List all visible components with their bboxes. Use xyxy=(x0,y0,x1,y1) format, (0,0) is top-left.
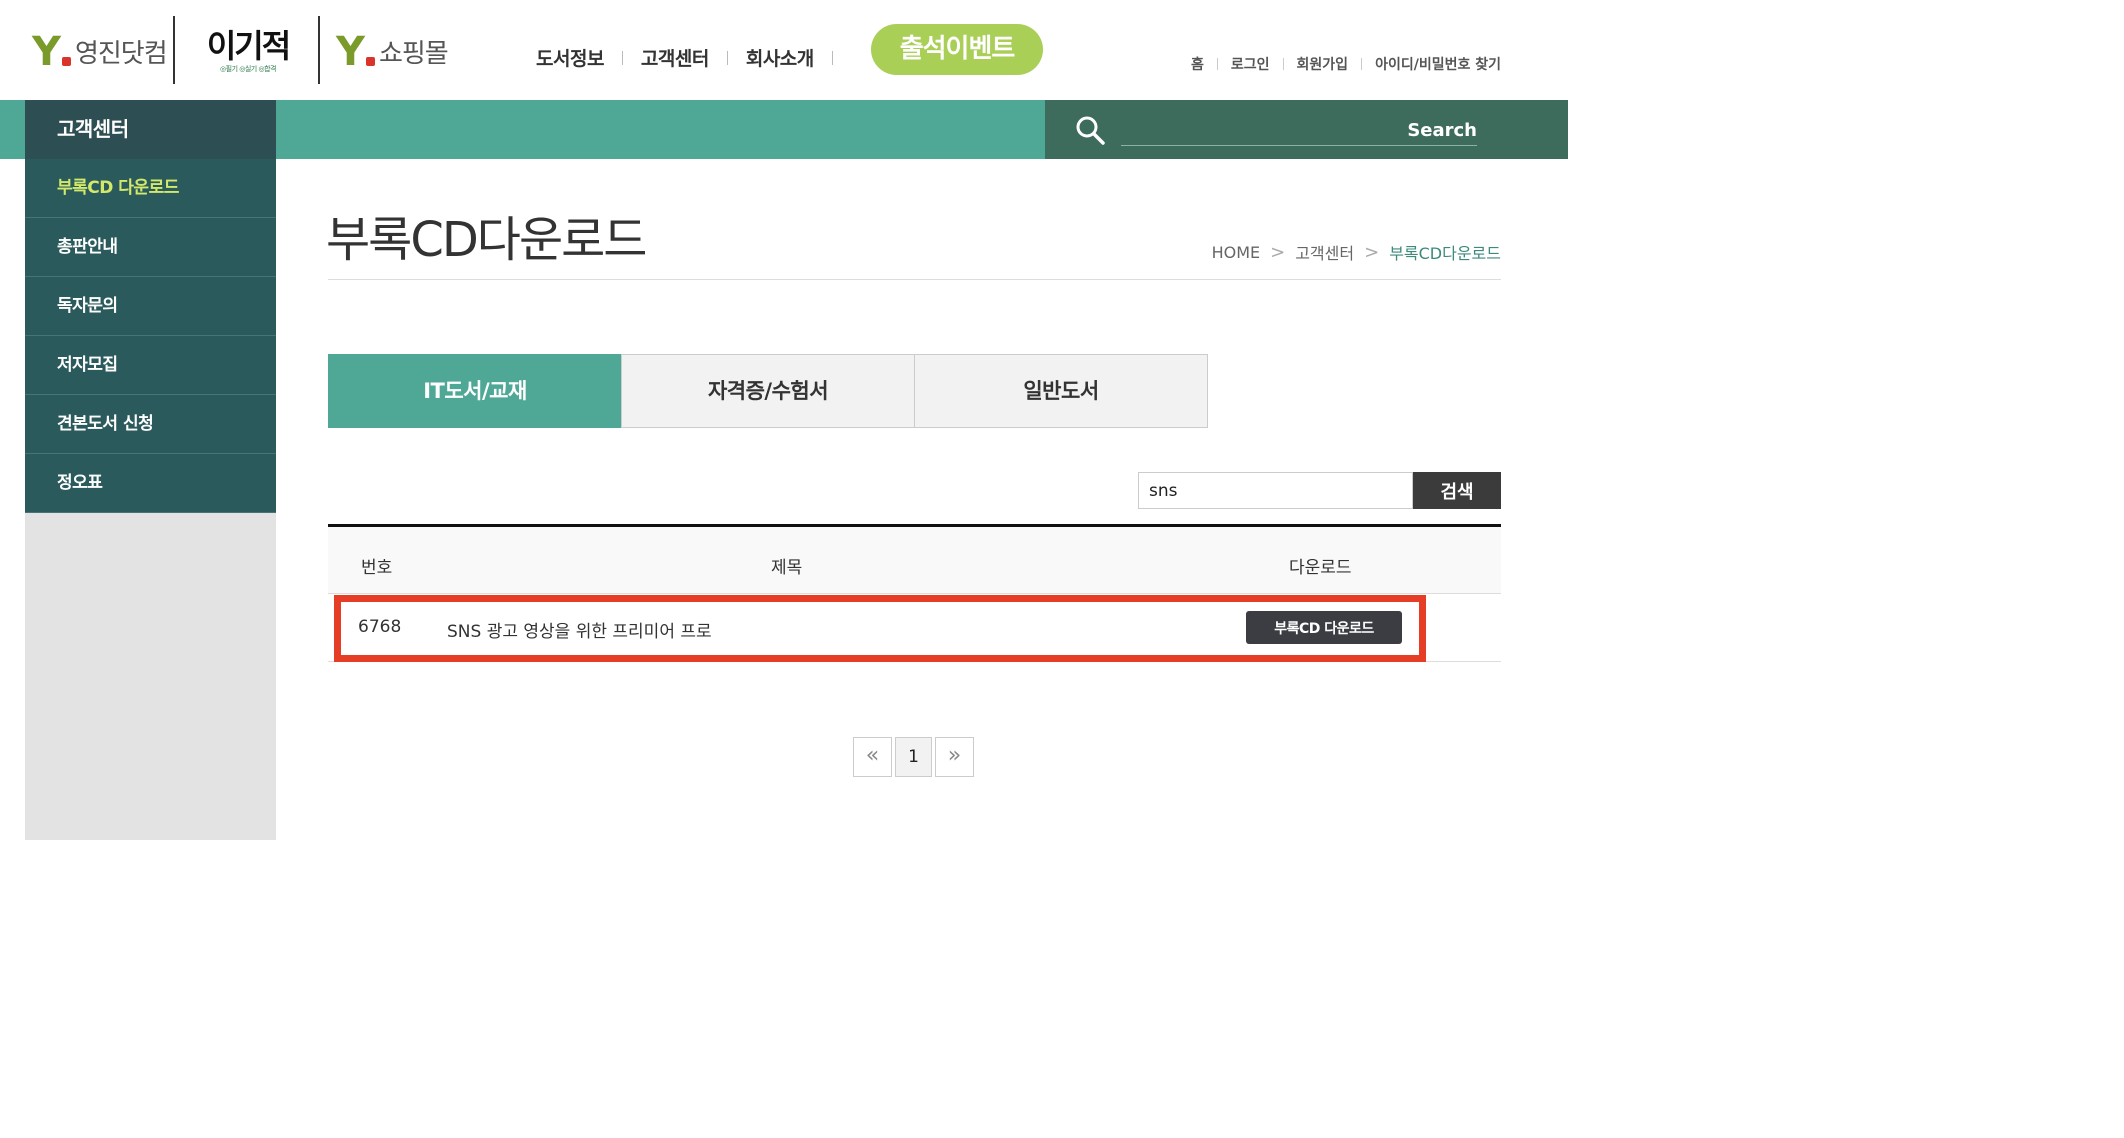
page-number-current[interactable]: 1 xyxy=(895,737,932,777)
attendance-event-button[interactable]: 출석이벤트 xyxy=(871,24,1043,75)
nav-divider xyxy=(831,50,833,65)
site-search xyxy=(1045,100,1568,159)
sidebar-item-sample-request[interactable]: 견본도서 신청 xyxy=(25,395,276,454)
prev-page-button[interactable]: « xyxy=(853,737,892,777)
sidebar-item-errata[interactable]: 정오표 xyxy=(25,454,276,513)
sidebar-item-cd-download[interactable]: 부록CD 다운로드 xyxy=(25,159,276,218)
cd-download-button[interactable]: 부록CD 다운로드 xyxy=(1246,611,1402,644)
logo-y-mark: Y xyxy=(336,29,365,75)
site-header: Y 영진닷컴 이기적 ◎필기 ◎실기 ◎합격 Y 쇼핑몰 도서정보 고객센터 회… xyxy=(0,0,1568,100)
util-find-account-link[interactable]: 아이디/비밀번호 찾기 xyxy=(1375,54,1501,74)
nav-divider xyxy=(726,50,728,65)
page-title: 부록CD다운로드 xyxy=(326,212,647,268)
yeongjin-logo[interactable]: Y 영진닷컴 xyxy=(32,28,168,75)
shopping-logo[interactable]: Y 쇼핑몰 xyxy=(336,28,449,75)
download-table: 번호 제목 다운로드 6768 SNS 광고 영상을 위한 프리미어 프로 부록… xyxy=(328,524,1501,662)
list-search: 검색 xyxy=(1138,472,1501,509)
nav-customer-center[interactable]: 고객센터 xyxy=(641,44,709,71)
util-login-link[interactable]: 로그인 xyxy=(1231,54,1270,74)
util-divider xyxy=(1282,58,1284,70)
next-page-button[interactable]: » xyxy=(935,737,974,777)
chevron-right-icon: > xyxy=(1364,241,1380,263)
igijeok-logo[interactable]: 이기적 ◎필기 ◎실기 ◎합격 xyxy=(200,28,296,74)
tab-certification[interactable]: 자격증/수험서 xyxy=(621,354,915,428)
util-divider xyxy=(1361,58,1363,70)
breadcrumb: HOME > 고객센터 > 부록CD다운로드 xyxy=(1212,240,1501,264)
table-row: 6768 SNS 광고 영상을 위한 프리미어 프로 부록CD 다운로드 xyxy=(328,594,1501,662)
search-icon[interactable] xyxy=(1075,115,1105,145)
row-title[interactable]: SNS 광고 영상을 위한 프리미어 프로 xyxy=(447,617,712,642)
logo-divider xyxy=(173,16,175,84)
main-nav: 도서정보 고객센터 회사소개 xyxy=(536,44,851,71)
row-number: 6768 xyxy=(358,617,402,637)
breadcrumb-customer-center[interactable]: 고객센터 xyxy=(1295,240,1354,264)
logo-igijeok-sub: ◎필기 ◎실기 ◎합격 xyxy=(220,65,276,73)
logo-shopping-text: 쇼핑몰 xyxy=(378,39,449,69)
header-title: 제목 xyxy=(771,558,803,578)
logo-y-mark: Y xyxy=(32,29,61,75)
sidebar-item-author-recruit[interactable]: 저자모집 xyxy=(25,336,276,395)
nav-divider xyxy=(621,50,623,65)
pagination: « 1 » xyxy=(853,737,974,777)
section-title: 고객센터 xyxy=(25,100,276,159)
util-home-link[interactable]: 홈 xyxy=(1191,54,1204,74)
util-signup-link[interactable]: 회원가입 xyxy=(1297,54,1349,74)
tab-general-books[interactable]: 일반도서 xyxy=(914,354,1208,428)
utility-links: 홈 로그인 회원가입 아이디/비밀번호 찾기 xyxy=(1191,54,1501,74)
nav-book-info[interactable]: 도서정보 xyxy=(536,44,604,71)
chevron-right-icon: > xyxy=(1270,241,1286,263)
search-underline xyxy=(1121,145,1477,146)
logo-divider xyxy=(318,16,320,84)
sidebar: 부록CD 다운로드 총판안내 독자문의 저자모집 견본도서 신청 정오표 xyxy=(25,159,276,840)
header-number: 번호 xyxy=(361,558,393,578)
nav-company[interactable]: 회사소개 xyxy=(746,44,814,71)
site-search-input[interactable] xyxy=(1121,116,1477,144)
header-download: 다운로드 xyxy=(1289,558,1352,578)
logo-yeongjin-text: 영진닷컴 xyxy=(74,39,168,69)
logo-dot xyxy=(61,57,71,66)
logo-dot xyxy=(365,57,375,66)
tab-it-books[interactable]: IT도서/교재 xyxy=(328,354,622,428)
title-divider xyxy=(328,279,1501,280)
sidebar-item-distributors[interactable]: 총판안내 xyxy=(25,218,276,277)
breadcrumb-home[interactable]: HOME xyxy=(1212,243,1261,262)
sidebar-item-reader-inquiry[interactable]: 독자문의 xyxy=(25,277,276,336)
table-header: 번호 제목 다운로드 xyxy=(328,524,1501,594)
logo-igijeok-text: 이기적 xyxy=(206,27,291,65)
category-tabs: IT도서/교재 자격증/수험서 일반도서 xyxy=(328,354,1208,428)
breadcrumb-current: 부록CD다운로드 xyxy=(1389,244,1501,263)
list-search-input[interactable] xyxy=(1138,472,1413,509)
util-divider xyxy=(1216,58,1218,70)
list-search-button[interactable]: 검색 xyxy=(1413,472,1501,509)
